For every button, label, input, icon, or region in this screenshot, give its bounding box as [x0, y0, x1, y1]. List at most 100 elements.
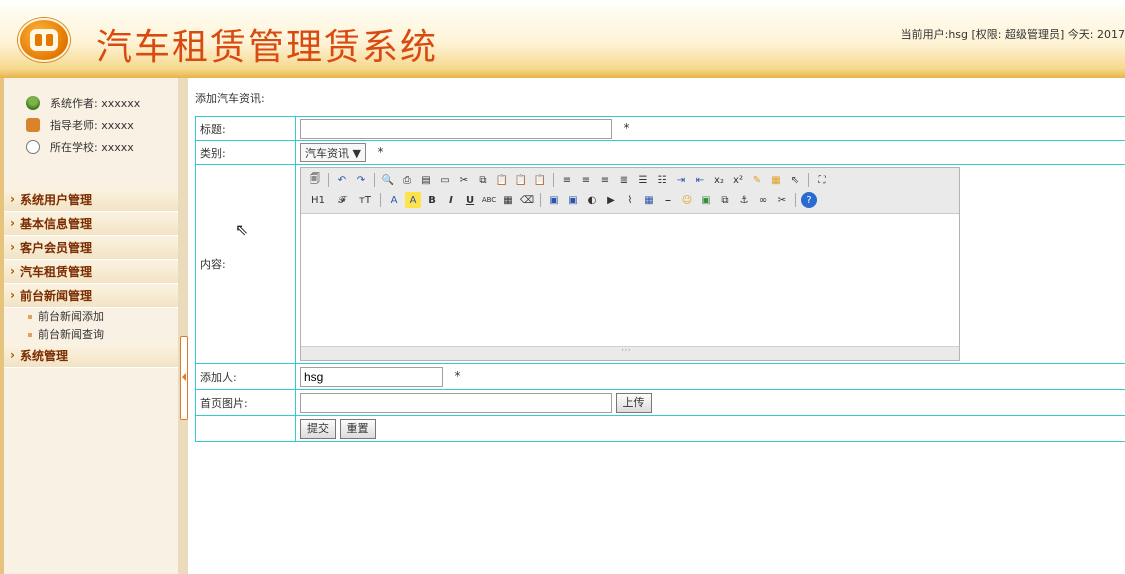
menu-item-car-rental[interactable]: 汽车租赁管理 — [4, 259, 178, 284]
bold-icon[interactable]: B — [424, 192, 440, 208]
menu-item-customer-members[interactable]: 客户会员管理 — [4, 235, 178, 260]
app-header: 汽车租赁管理赁系统 当前用户:hsg [权限: 超级管理员] 今天: 2017 — [0, 0, 1125, 78]
heading-icon[interactable]: H1 — [307, 192, 329, 208]
superscript-icon[interactable]: x² — [730, 172, 746, 188]
line-height-icon[interactable]: ▦ — [500, 192, 516, 208]
redo-icon[interactable]: ↷ — [353, 172, 369, 188]
submenu-item-news-add[interactable]: 前台新闻添加 — [4, 308, 178, 326]
category-label: 类别: — [195, 140, 296, 165]
news-form: 标题: * 类别: 汽车资讯 ▼ * 内容: 🗐 ↶ ↷ 🔍 ⎙ ▤ ▭ ✂ ⧉… — [195, 116, 1125, 442]
help-icon[interactable]: ? — [801, 192, 817, 208]
sidebar-info: 系统作者: xxxxxx 指导老师: xxxxx 所在学校: xxxxx — [4, 78, 178, 158]
clear-format-icon[interactable]: ✎ — [749, 172, 765, 188]
chevron-down-icon: ▼ — [352, 147, 361, 160]
menu-item-front-news[interactable]: 前台新闻管理 — [4, 283, 178, 308]
indent-icon[interactable]: ⇥ — [673, 172, 689, 188]
school-label: 所在学校: xxxxx — [50, 141, 134, 154]
paste-icon[interactable]: 📋 — [494, 172, 510, 188]
editor-resize-bar[interactable] — [301, 345, 959, 360]
code-icon[interactable]: ▭ — [437, 172, 453, 188]
source-icon[interactable]: 🗐 — [307, 172, 323, 188]
strikethrough-icon[interactable]: ABC — [481, 192, 497, 208]
editor-content-area[interactable] — [301, 214, 959, 344]
editor-toolbar: 🗐 ↶ ↷ 🔍 ⎙ ▤ ▭ ✂ ⧉ 📋 📋 📋 ≡ ≡ ≡ ≣ ☰ ☷ ⇥ ⇤ … — [301, 168, 959, 214]
image-path-input[interactable] — [300, 392, 612, 413]
justify-icon[interactable]: ≣ — [616, 172, 632, 188]
author-field-label: 添加人: — [195, 363, 296, 390]
paste-text-icon[interactable]: 📋 — [513, 172, 529, 188]
editor-toolbar-row-1: 🗐 ↶ ↷ 🔍 ⎙ ▤ ▭ ✂ ⧉ 📋 📋 📋 ≡ ≡ ≡ ≣ ☰ ☷ ⇥ ⇤ … — [307, 170, 953, 190]
author-required-mark: * — [454, 368, 461, 383]
select-icon[interactable]: ⇖ — [787, 172, 803, 188]
anchor-icon[interactable]: ⚓ — [736, 192, 752, 208]
sidebar-collapse-handle[interactable] — [180, 336, 188, 420]
fullscreen-icon[interactable]: ⛶ — [814, 172, 830, 188]
sidebar: 系统作者: xxxxxx 指导老师: xxxxx 所在学校: xxxxx 系统用… — [0, 78, 178, 574]
page-title: 添加汽车资讯: — [195, 92, 265, 105]
category-required-mark: * — [377, 144, 384, 159]
align-center-icon[interactable]: ≡ — [578, 172, 594, 188]
eraser-icon[interactable]: ⌫ — [519, 192, 535, 208]
underline-icon[interactable]: U — [462, 192, 478, 208]
upload-button[interactable]: 上传 — [615, 392, 652, 413]
author-label: 系统作者: xxxxxx — [50, 97, 141, 110]
actions-label-cell — [195, 415, 296, 442]
category-select-value: 汽车资讯 — [305, 147, 349, 160]
title-label: 标题: — [195, 116, 296, 141]
subscript-icon[interactable]: x₂ — [711, 172, 727, 188]
school-info: 所在学校: xxxxx — [26, 136, 178, 158]
app-logo-icon — [18, 18, 70, 62]
multi-image-icon[interactable]: ▣ — [565, 192, 581, 208]
cut-icon[interactable]: ✂ — [456, 172, 472, 188]
template-icon[interactable]: ▤ — [418, 172, 434, 188]
reset-button[interactable]: 重置 — [339, 418, 376, 439]
menu-item-system-users[interactable]: 系统用户管理 — [4, 187, 178, 212]
pagebreak-icon[interactable]: ⧉ — [717, 192, 733, 208]
preview-icon[interactable]: 🔍 — [380, 172, 396, 188]
category-select[interactable]: 汽车资讯 ▼ — [300, 143, 366, 162]
author-info: 系统作者: xxxxxx — [26, 92, 178, 114]
font-size-icon[interactable]: тT — [355, 192, 375, 208]
italic-icon[interactable]: I — [443, 192, 459, 208]
bullet-list-icon[interactable]: ☷ — [654, 172, 670, 188]
submit-button[interactable]: 提交 — [300, 418, 336, 439]
text-color-icon[interactable]: A — [386, 192, 402, 208]
image-icon[interactable]: ▣ — [546, 192, 562, 208]
flash-icon[interactable]: ◐ — [584, 192, 600, 208]
emoticon-icon[interactable]: ☺ — [679, 192, 695, 208]
sidebar-menu: 系统用户管理 基本信息管理 客户会员管理 汽车租赁管理 前台新闻管理 前台新闻添… — [4, 187, 178, 368]
current-user-info: 当前用户:hsg [权限: 超级管理员] 今天: 2017 — [900, 28, 1125, 41]
font-family-icon[interactable]: 𝓕 — [332, 192, 352, 208]
copy-icon[interactable]: ⧉ — [475, 172, 491, 188]
link-icon[interactable]: ∞ — [755, 192, 771, 208]
author-input[interactable] — [300, 366, 443, 387]
attachment-icon[interactable]: ⌇ — [622, 192, 638, 208]
user-group-icon — [26, 96, 40, 110]
sidebar-divider — [178, 78, 188, 574]
image-field-label: 首页图片: — [195, 389, 296, 416]
title-input[interactable] — [300, 118, 612, 139]
main-content: 添加汽车资讯: 标题: * 类别: 汽车资讯 ▼ * 内容: 🗐 ↶ ↷ 🔍 ⎙… — [195, 84, 1125, 442]
print-icon[interactable]: ⎙ — [399, 172, 415, 188]
mouse-cursor-icon: ⇖ — [235, 220, 249, 239]
outdent-icon[interactable]: ⇤ — [692, 172, 708, 188]
hr-icon[interactable]: ⎯ — [660, 192, 676, 208]
content-label: 内容: — [195, 164, 296, 364]
title-required-mark: * — [623, 120, 630, 135]
align-right-icon[interactable]: ≡ — [597, 172, 613, 188]
media-icon[interactable]: ▶ — [603, 192, 619, 208]
undo-icon[interactable]: ↶ — [334, 172, 350, 188]
map-icon[interactable]: ▣ — [698, 192, 714, 208]
menu-item-basic-info[interactable]: 基本信息管理 — [4, 211, 178, 236]
paste-word-icon[interactable]: 📋 — [532, 172, 548, 188]
unlink-icon[interactable]: ✂ — [774, 192, 790, 208]
rich-text-editor[interactable]: 🗐 ↶ ↷ 🔍 ⎙ ▤ ▭ ✂ ⧉ 📋 📋 📋 ≡ ≡ ≡ ≣ ☰ ☷ ⇥ ⇤ … — [300, 167, 960, 361]
align-left-icon[interactable]: ≡ — [559, 172, 575, 188]
select-all-icon[interactable]: ▦ — [768, 172, 784, 188]
table-icon[interactable]: ▦ — [641, 192, 657, 208]
ordered-list-icon[interactable]: ☰ — [635, 172, 651, 188]
school-icon — [26, 140, 40, 154]
menu-item-system-management[interactable]: 系统管理 — [4, 343, 178, 368]
submenu-item-news-query[interactable]: 前台新闻查询 — [4, 326, 178, 344]
highlight-color-icon[interactable]: A — [405, 192, 421, 208]
